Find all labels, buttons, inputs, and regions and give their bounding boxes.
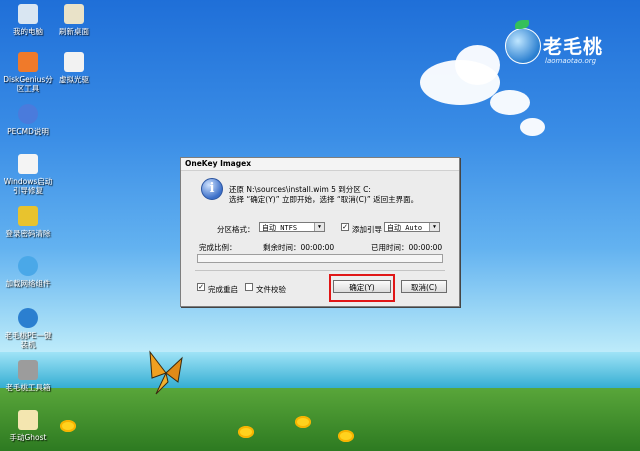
add-boot-label: 添加引导	[352, 225, 382, 234]
flower	[295, 416, 311, 428]
windows-boot-repair-icon	[18, 154, 38, 174]
desktop-icon-password-tool[interactable]: 登录密码清除	[0, 206, 56, 238]
desktop-icon-network-component[interactable]: 加载网络组件	[0, 256, 56, 288]
desktop-icon-dos-tool[interactable]: 老毛桃工具箱	[0, 360, 56, 392]
chevron-down-icon[interactable]: ▼	[314, 223, 324, 231]
ghost-icon	[18, 410, 38, 430]
grass	[0, 388, 640, 451]
network-component-icon	[18, 256, 38, 276]
flower	[338, 430, 354, 442]
verify-label: 文件校验	[256, 285, 286, 294]
refresh-desktop-icon	[64, 4, 84, 24]
dos-tool-icon	[18, 360, 38, 380]
chevron-down-icon[interactable]: ▼	[429, 223, 439, 231]
ok-button[interactable]: 确定(Y)	[333, 280, 391, 293]
onekey-imagex-dialog: OneKey Imagex i 还原 N:\sources\install.wi…	[180, 157, 460, 307]
info-icon: i	[201, 178, 223, 200]
reboot-checkbox[interactable]: ✓	[197, 283, 205, 291]
partition-format-label: 分区格式：	[217, 225, 255, 234]
partition-format-select[interactable]: 自动 NTFS ▼	[259, 222, 325, 232]
add-boot-checkbox[interactable]: ✓	[341, 223, 349, 231]
cloud	[455, 45, 500, 85]
my-computer-icon	[18, 4, 38, 24]
butterfly	[149, 350, 183, 395]
cloud	[520, 118, 545, 136]
dialog-titlebar[interactable]: OneKey Imagex	[181, 158, 459, 171]
virtual-drive-icon	[64, 52, 84, 72]
flower	[238, 426, 254, 438]
peach-logo-icon	[505, 28, 541, 64]
brand-logo: 老毛桃 laomaotao.org	[505, 20, 625, 70]
desktop-icon-one-key-install[interactable]: 老毛桃PE一键 装机	[0, 308, 56, 349]
desktop-icon-ghost[interactable]: 手动Ghost	[0, 410, 56, 442]
flower	[60, 420, 76, 432]
progress-bar	[197, 254, 443, 263]
message-line-2: 选择 “确定(Y)” 立即开始，选择 “取消(C)” 返回主界面。	[229, 195, 419, 204]
diskgenius-icon	[18, 52, 38, 72]
remaining-time-label: 剩余时间：00:00:00	[263, 243, 335, 252]
desktop-icon-pecmd-help[interactable]: PECMD说明	[0, 104, 56, 136]
progress-label: 完成比例：	[199, 243, 237, 252]
password-tool-icon	[18, 206, 38, 226]
desktop-icon-windows-boot-repair[interactable]: Windows启动 引导修复	[0, 154, 56, 195]
divider	[195, 270, 445, 271]
reboot-label: 完成重启	[208, 285, 238, 294]
help-icon	[18, 104, 38, 124]
sea	[0, 352, 640, 392]
verify-checkbox[interactable]	[245, 283, 253, 291]
add-boot-select[interactable]: 自动 Auto ▼	[384, 222, 440, 232]
cancel-button[interactable]: 取消(C)	[401, 280, 447, 293]
elapsed-time-label: 已用时间：00:00:00	[371, 243, 443, 252]
one-key-install-icon	[18, 308, 38, 328]
desktop-icon-virtual-drive[interactable]: 虚拟光驱	[46, 52, 102, 84]
desktop-icon-refresh-desktop[interactable]: 刷新桌面	[46, 4, 102, 36]
cloud	[490, 90, 530, 115]
